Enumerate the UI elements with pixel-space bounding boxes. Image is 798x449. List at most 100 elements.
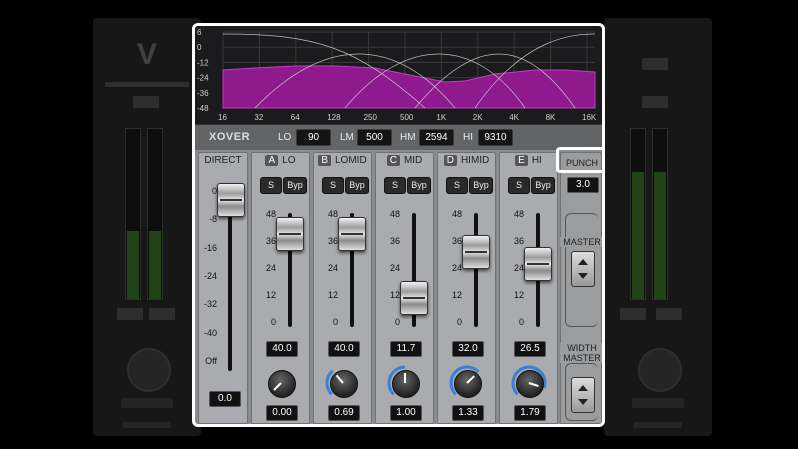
band-tick-label: 36 <box>389 236 400 246</box>
bypass-button[interactable]: Byp <box>283 177 307 194</box>
band-tick-label: 0 <box>394 317 400 327</box>
band-header: A LO <box>252 153 309 169</box>
band-fader-value[interactable]: 32.0 <box>452 341 484 357</box>
direct-value[interactable]: 0.0 <box>209 391 241 407</box>
band-tick-label: 0 <box>270 317 276 327</box>
band-tick-label: 36 <box>451 236 462 246</box>
band-knob-value[interactable]: 0.69 <box>328 405 360 421</box>
freq-tick-label: 2K <box>473 113 483 122</box>
band-knob-value[interactable]: 1.00 <box>390 405 422 421</box>
bypass-button[interactable]: Byp <box>531 177 555 194</box>
band-tick-label: 48 <box>389 209 400 219</box>
solo-button[interactable]: S <box>322 177 344 194</box>
direct-tick-label: -24 <box>203 271 217 281</box>
band-tick-label: 48 <box>327 209 338 219</box>
db-tick-label: -24 <box>197 74 209 83</box>
band-letter: D <box>443 155 457 166</box>
band-fader-value[interactable]: 26.5 <box>514 341 546 357</box>
crossover-bar: XOVER LO 90 LM 500 HM 2594 HI 9310 <box>195 124 602 150</box>
band-letter: E <box>515 155 528 166</box>
direct-fader-track[interactable] <box>228 191 232 371</box>
solo-button[interactable]: S <box>384 177 406 194</box>
band-tick-label: 12 <box>389 290 400 300</box>
logo-subtitle-bar <box>105 82 189 87</box>
band-knob-value[interactable]: 1.79 <box>514 405 546 421</box>
band-header: B LOMID <box>314 153 371 169</box>
band-knob[interactable] <box>449 365 485 401</box>
spectrum-graph[interactable]: 6 0 -12 -24 -36 -48 16 32 64 128 250 500 1K 2K 4K 8K 16… <box>195 26 602 124</box>
band-tick-label: 24 <box>389 263 400 273</box>
band-tick-label: 24 <box>513 263 524 273</box>
up-arrow-icon <box>578 385 588 391</box>
multiband-plugin-panel: 6 0 -12 -24 -36 -48 16 32 64 128 250 500 1K 2K 4K 8K 16… <box>192 23 605 427</box>
freq-tick-label: 4K <box>509 113 519 122</box>
band-knob-value[interactable]: 1.33 <box>452 405 484 421</box>
ghost-button <box>133 96 159 108</box>
ghost-label <box>634 422 682 428</box>
band-letter: C <box>386 155 400 166</box>
waves-logo-icon: V <box>136 38 157 71</box>
bypass-button[interactable]: Byp <box>407 177 431 194</box>
freq-tick-label: 16 <box>218 113 227 122</box>
punch-value[interactable]: 3.0 <box>567 177 599 193</box>
band-fader-track[interactable] <box>474 213 478 327</box>
lo-crossover-field[interactable]: 90 <box>296 129 331 146</box>
band-fader-cap[interactable] <box>276 217 304 251</box>
master-updown-button[interactable] <box>571 251 595 287</box>
band-knob[interactable] <box>387 365 423 401</box>
ghost-label <box>123 422 171 428</box>
direct-fader-cap[interactable] <box>217 183 245 217</box>
band-header: C MID <box>376 153 433 169</box>
hi-crossover-field[interactable]: 9310 <box>478 129 513 146</box>
master-column: PUNCH 3.0 MASTER WIDTH MASTER <box>560 152 602 424</box>
hm-crossover-label: HM <box>400 132 416 143</box>
ghost-knob <box>638 348 682 392</box>
ghost-button <box>642 96 668 108</box>
right-meter <box>147 128 163 300</box>
bypass-button[interactable]: Byp <box>469 177 493 194</box>
band-fader-cap[interactable] <box>524 247 552 282</box>
left-plugin-background: V <box>93 18 201 436</box>
band-tick-label: 48 <box>265 209 276 219</box>
band-fader-cap[interactable] <box>338 217 366 251</box>
solo-button[interactable]: S <box>508 177 530 194</box>
hm-crossover-field[interactable]: 2594 <box>419 129 454 146</box>
band-fader-value[interactable]: 11.7 <box>390 341 422 357</box>
db-tick-label: 6 <box>197 28 202 37</box>
band-knob[interactable] <box>263 365 299 401</box>
direct-tick-label: -32 <box>203 299 217 310</box>
band-tick-label: 36 <box>265 236 276 246</box>
direct-tick-label: -40 <box>203 327 217 338</box>
band-channel-mid: C MID S Byp 48 36 24 12 0 11.7 1.00 <box>375 152 434 424</box>
punch-highlight-frame <box>556 147 604 173</box>
spectrum-fill <box>222 65 596 109</box>
band-channel-hi: E HI S Byp 48 36 24 12 0 26.5 1.79 <box>499 152 558 424</box>
band-fader-value[interactable]: 40.0 <box>328 341 360 357</box>
freq-tick-label: 16K <box>582 113 597 122</box>
band-name: HIMID <box>460 155 490 166</box>
db-tick-label: -36 <box>197 89 209 98</box>
xover-title: XOVER <box>209 131 251 143</box>
bypass-button[interactable]: Byp <box>345 177 369 194</box>
band-fader-cap[interactable] <box>400 280 428 315</box>
band-knob[interactable] <box>325 365 361 401</box>
ghost-readout <box>656 308 682 320</box>
band-name: MID <box>403 155 423 166</box>
band-fader-cap[interactable] <box>462 235 490 269</box>
band-fader-value[interactable]: 40.0 <box>266 341 298 357</box>
band-header: D HIMID <box>438 153 495 169</box>
solo-button[interactable]: S <box>260 177 282 194</box>
band-knob-value[interactable]: 0.00 <box>266 405 298 421</box>
band-tick-label: 0 <box>332 317 338 327</box>
hi-crossover-label: HI <box>463 132 473 143</box>
band-header: E HI <box>500 153 557 169</box>
solo-button[interactable]: S <box>446 177 468 194</box>
freq-tick-label: 8K <box>546 113 556 122</box>
lm-crossover-field[interactable]: 500 <box>357 129 392 146</box>
band-tick-label: 24 <box>265 263 276 273</box>
ghost-knob <box>127 348 171 392</box>
width-master-updown-button[interactable] <box>571 377 595 413</box>
freq-tick-label: 500 <box>400 113 414 122</box>
spectrum-svg: 6 0 -12 -24 -36 -48 16 32 64 128 250 500 1K 2K 4K 8K 16… <box>197 28 597 122</box>
band-knob[interactable] <box>511 365 547 401</box>
